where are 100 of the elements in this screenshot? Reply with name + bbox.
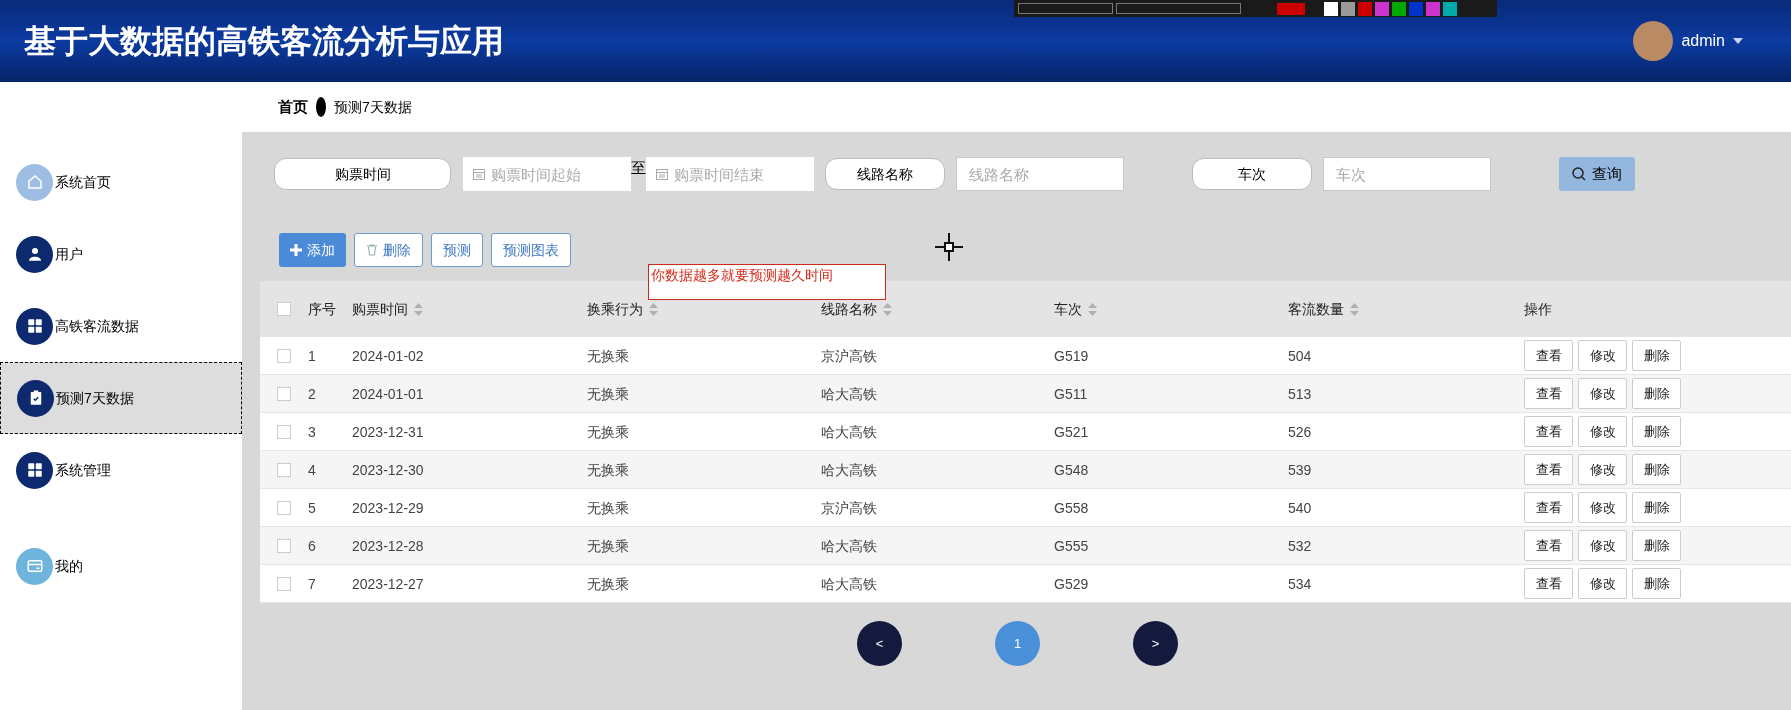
- color-swatch[interactable]: [1324, 1, 1338, 16]
- sidebar-item[interactable]: 预测7天数据: [0, 362, 242, 434]
- table-cell: 513: [1288, 385, 1312, 402]
- row-checkbox[interactable]: [277, 348, 291, 363]
- page-button[interactable]: <: [857, 621, 902, 666]
- row-checkbox[interactable]: [277, 538, 291, 553]
- column-header[interactable]: 线路名称: [821, 298, 877, 320]
- color-swatch[interactable]: [1358, 1, 1372, 16]
- column-header: 操作: [1524, 299, 1552, 319]
- action-button[interactable]: 添加: [279, 233, 346, 267]
- page-button[interactable]: >: [1133, 621, 1178, 666]
- select-all-checkbox[interactable]: [277, 302, 291, 316]
- row-action-button[interactable]: 删除: [1632, 492, 1681, 523]
- search-button[interactable]: 查询: [1559, 157, 1635, 191]
- row-action-button[interactable]: 查看: [1524, 340, 1573, 371]
- sidebar-item[interactable]: 用户: [0, 218, 242, 290]
- table-cell: 526: [1288, 423, 1312, 440]
- row-action-button[interactable]: 修改: [1578, 340, 1627, 371]
- table-cell: 4: [308, 461, 316, 478]
- calendar-icon: [473, 168, 485, 180]
- row-action-button[interactable]: 修改: [1578, 454, 1627, 485]
- table-cell: 哈大高铁: [821, 461, 877, 478]
- row-action-button[interactable]: 查看: [1524, 568, 1573, 599]
- color-swatch[interactable]: [1392, 1, 1406, 16]
- sidebar-item[interactable]: 高铁客流数据: [0, 290, 242, 362]
- separator-dot-icon: [316, 97, 326, 117]
- sort-icon[interactable]: [1088, 302, 1097, 316]
- sort-icon[interactable]: [1350, 302, 1359, 316]
- table-cell: G511: [1054, 385, 1088, 402]
- end-date-field[interactable]: 购票时间结束: [646, 157, 814, 191]
- row-checkbox[interactable]: [277, 424, 291, 439]
- row-action-button[interactable]: 删除: [1632, 530, 1681, 561]
- column-header[interactable]: 车次: [1054, 298, 1082, 320]
- trash-icon: [366, 244, 378, 256]
- toolbar-field[interactable]: [1116, 3, 1241, 14]
- table-cell: 无换乘: [587, 347, 629, 364]
- color-swatch[interactable]: [1375, 1, 1389, 16]
- column-header[interactable]: 购票时间: [352, 298, 408, 320]
- row-action-button[interactable]: 修改: [1578, 378, 1627, 409]
- sort-icon[interactable]: [883, 302, 892, 316]
- table-cell: 京沪高铁: [821, 499, 877, 516]
- row-action-button[interactable]: 删除: [1632, 378, 1681, 409]
- range-separator: 至: [631, 158, 646, 178]
- color-swatch[interactable]: [1443, 1, 1457, 16]
- table-cell: 1: [308, 347, 316, 364]
- row-action-button[interactable]: 查看: [1524, 416, 1573, 447]
- sidebar-label: 我的: [55, 556, 83, 576]
- caret-icon[interactable]: [1733, 38, 1743, 44]
- line-name-field[interactable]: 线路名称: [956, 157, 1124, 191]
- row-checkbox[interactable]: [277, 576, 291, 591]
- row-checkbox[interactable]: [277, 462, 291, 477]
- start-date-field[interactable]: 购票时间起始: [463, 157, 631, 191]
- table-row[interactable]: 6 2023-12-28 无换乘 哈大高铁 G555 532 查看 修改 删除: [260, 527, 1791, 565]
- row-action-button[interactable]: 查看: [1524, 492, 1573, 523]
- table-row[interactable]: 5 2023-12-29 无换乘 京沪高铁 G558 540 查看 修改 删除: [260, 489, 1791, 527]
- table-cell: 7: [308, 575, 316, 592]
- row-action-button[interactable]: 删除: [1632, 340, 1681, 371]
- row-action-button[interactable]: 查看: [1524, 454, 1573, 485]
- search-icon: [1572, 167, 1586, 181]
- row-action-button[interactable]: 删除: [1632, 454, 1681, 485]
- sort-icon[interactable]: [649, 302, 658, 316]
- table-cell: 京沪高铁: [821, 347, 877, 364]
- table-row[interactable]: 3 2023-12-31 无换乘 哈大高铁 G521 526 查看 修改 删除: [260, 413, 1791, 451]
- grid-icon: [25, 317, 44, 335]
- action-button[interactable]: 预测图表: [491, 233, 571, 267]
- sort-icon[interactable]: [414, 302, 423, 316]
- row-checkbox[interactable]: [277, 386, 291, 401]
- sidebar-item[interactable]: 系统首页: [0, 146, 242, 218]
- row-action-button[interactable]: 查看: [1524, 530, 1573, 561]
- table-cell: G558: [1054, 499, 1089, 516]
- table-cell: 2023-12-27: [352, 575, 424, 592]
- train-number-field[interactable]: 车次: [1323, 157, 1491, 191]
- username[interactable]: admin: [1681, 29, 1725, 53]
- table-cell: 哈大高铁: [821, 423, 877, 440]
- table-row[interactable]: 1 2024-01-02 无换乘 京沪高铁 G519 504 查看 修改 删除: [260, 337, 1791, 375]
- column-header[interactable]: 客流数量: [1288, 298, 1344, 320]
- table-row[interactable]: 2 2024-01-01 无换乘 哈大高铁 G511 513 查看 修改 删除: [260, 375, 1791, 413]
- row-checkbox[interactable]: [277, 500, 291, 515]
- sidebar-item[interactable]: 系统管理: [0, 434, 242, 506]
- table-cell: 539: [1288, 461, 1312, 478]
- color-swatch[interactable]: [1277, 2, 1305, 15]
- sidebar-item[interactable]: 我的: [0, 530, 242, 602]
- action-button[interactable]: 预测: [431, 233, 483, 267]
- table-row[interactable]: 7 2023-12-27 无换乘 哈大高铁 G529 534 查看 修改 删除: [260, 565, 1791, 603]
- row-action-button[interactable]: 修改: [1578, 492, 1627, 523]
- row-action-button[interactable]: 修改: [1578, 568, 1627, 599]
- avatar[interactable]: [1633, 21, 1674, 61]
- breadcrumb-home[interactable]: 首页: [278, 95, 308, 119]
- toolbar-field[interactable]: [1018, 3, 1113, 14]
- color-swatch[interactable]: [1341, 1, 1355, 16]
- row-action-button[interactable]: 查看: [1524, 378, 1573, 409]
- color-swatch[interactable]: [1426, 1, 1440, 16]
- row-action-button[interactable]: 删除: [1632, 416, 1681, 447]
- row-action-button[interactable]: 删除: [1632, 568, 1681, 599]
- row-action-button[interactable]: 修改: [1578, 530, 1627, 561]
- column-header[interactable]: 换乘行为: [587, 298, 643, 320]
- table-row[interactable]: 4 2023-12-30 无换乘 哈大高铁 G548 539 查看 修改 删除: [260, 451, 1791, 489]
- color-swatch[interactable]: [1409, 1, 1423, 16]
- row-action-button[interactable]: 修改: [1578, 416, 1627, 447]
- action-button[interactable]: 删除: [354, 233, 423, 267]
